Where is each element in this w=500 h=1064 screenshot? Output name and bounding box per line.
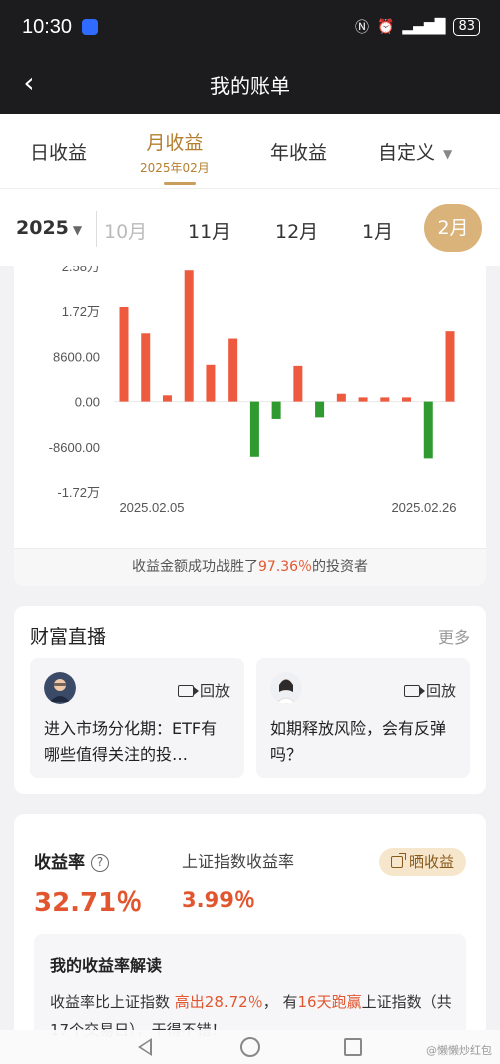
x-tick-label: 2025.02.26	[391, 500, 456, 515]
nav-bar: ‹ 我的账单	[0, 56, 500, 114]
index-yield-value: 3.99％	[182, 888, 255, 912]
yield-value: 32.71％	[34, 888, 143, 918]
share-icon	[390, 853, 406, 868]
share-profit-button[interactable]: 晒收益	[378, 848, 466, 876]
tab-month-sub: 2025年02月	[140, 161, 210, 175]
tab-day[interactable]: 日收益	[30, 138, 87, 165]
beat-investors-text: 收益金额成功战胜了97.36％的投资者	[14, 548, 486, 586]
chart-bar[interactable]	[162, 395, 172, 402]
yield-card: 收益率? 32.71％ 上证指数收益率 3.99％ 晒收益 我的收益率解读 收益…	[14, 814, 486, 1064]
tab-month-label: 月收益	[146, 132, 204, 154]
system-nav-bar	[0, 1030, 500, 1064]
interp-title: 我的收益率解读	[50, 956, 163, 975]
y-tick-label: -1.72万	[57, 485, 100, 500]
live-title: 财富直播	[30, 626, 107, 648]
wealth-live-card: 财富直播 更多 回放 进入市场分化期：ETF有哪些值得关注的投… 回放 如期释放…	[14, 606, 486, 794]
y-tick-label: 0.00	[75, 395, 100, 410]
y-tick-label: 8600.00	[53, 349, 100, 364]
back-triangle-inner	[141, 1041, 150, 1053]
help-icon[interactable]: ?	[91, 854, 109, 872]
year-value: 2025	[16, 217, 69, 239]
month-item-active[interactable]: 2月	[424, 204, 482, 252]
yield-label: 收益率?	[34, 848, 109, 873]
x-tick-label: 2025.02.05	[119, 500, 184, 515]
live-item[interactable]: 回放 进入市场分化期：ETF有哪些值得关注的投…	[30, 658, 244, 778]
interp-part: 收益率比上证指数	[50, 993, 175, 1011]
replay-label: 回放	[425, 682, 456, 700]
chart-bar[interactable]	[206, 364, 216, 402]
divider	[96, 211, 97, 247]
tab-month[interactable]: 月收益 2025年02月	[140, 128, 210, 176]
month-item[interactable]: 12月	[275, 217, 318, 244]
chart-bar[interactable]	[141, 333, 151, 402]
chart-bar[interactable]	[336, 393, 346, 402]
period-tabs: 日收益 月收益 2025年02月 年收益 自定义 ▼	[0, 114, 500, 188]
month-item[interactable]: 10月	[104, 217, 147, 244]
month-item[interactable]: 11月	[188, 217, 231, 244]
chart-card: 2.58万 1.72万 8600.00 0.00 -8600.00 -1.72万 2025.…	[14, 266, 486, 586]
battery-icon: 83	[453, 18, 480, 36]
chevron-down-icon: ▼	[443, 146, 453, 161]
signal-icon: ▂▄▆█	[402, 19, 446, 35]
page-title: 我的账单	[210, 74, 290, 98]
chart-bar[interactable]	[358, 397, 368, 402]
system-icons: Ⓝ ⏰ ▂▄▆█ 83	[355, 17, 480, 37]
nfc-icon: Ⓝ	[354, 20, 369, 36]
replay-label: 回放	[199, 682, 230, 700]
live-item[interactable]: 回放 如期释放风险，会有反弹吗？	[256, 658, 470, 778]
app-notification-icon	[82, 19, 98, 35]
profit-bar-chart: 2.58万 1.72万 8600.00 0.00 -8600.00 -1.72万 2025.…	[49, 266, 457, 515]
beat-prefix: 收益金额成功战胜了	[131, 559, 258, 575]
beat-suffix: 的投资者	[312, 559, 369, 575]
status-bar: 10:30 Ⓝ ⏰ ▂▄▆█ 83	[0, 0, 500, 56]
tab-year[interactable]: 年收益	[270, 138, 327, 165]
month-item[interactable]: 1月	[362, 217, 393, 244]
chart-bar[interactable]	[402, 397, 412, 402]
home-circle-icon[interactable]	[240, 1037, 260, 1057]
tab-indicator	[164, 182, 196, 185]
interp-part: ， 有	[262, 993, 298, 1011]
live-more-link[interactable]: 更多	[438, 624, 470, 648]
share-label: 晒收益	[408, 853, 454, 871]
video-icon	[403, 684, 425, 697]
chart-bar[interactable]	[228, 338, 238, 402]
year-dropdown[interactable]: 2025 ▼	[16, 217, 82, 239]
y-tick-label: 2.58万	[62, 266, 100, 274]
chart-bar[interactable]	[184, 270, 194, 402]
avatar	[44, 672, 76, 704]
chevron-down-icon: ▼	[72, 223, 83, 237]
chart-bar[interactable]	[380, 397, 390, 402]
watermark: @懒懒炒红包	[426, 1044, 492, 1057]
interp-highlight: 16天跑赢	[297, 993, 362, 1011]
avatar	[270, 672, 302, 704]
chart-bar[interactable]	[445, 331, 455, 402]
clock: 10:30	[22, 16, 73, 38]
chart-bar[interactable]	[423, 401, 433, 459]
chart-bar[interactable]	[315, 401, 325, 418]
yield-label-text: 收益率	[34, 853, 85, 873]
tab-custom[interactable]: 自定义 ▼	[378, 138, 452, 165]
interp-highlight: 高出28.72％	[174, 993, 263, 1011]
live-item-title: 进入市场分化期：ETF有哪些值得关注的投…	[44, 719, 218, 764]
index-yield-label: 上证指数收益率	[182, 852, 295, 871]
tab-custom-label: 自定义	[378, 142, 436, 164]
video-icon	[177, 684, 199, 697]
chart-bar[interactable]	[249, 401, 259, 457]
y-tick-label: -8600.00	[49, 440, 100, 455]
alarm-icon: ⏰	[376, 19, 395, 35]
y-tick-label: 1.72万	[62, 304, 100, 319]
replay-button[interactable]: 回放	[403, 680, 456, 701]
chart-bar[interactable]	[271, 401, 281, 419]
chart-bar[interactable]	[293, 365, 303, 402]
recent-apps-icon[interactable]	[344, 1038, 362, 1056]
replay-button[interactable]: 回放	[177, 680, 230, 701]
chart-bar[interactable]	[119, 306, 129, 402]
live-item-title: 如期释放风险，会有反弹吗？	[270, 719, 447, 764]
beat-percent: 97.36％	[257, 559, 313, 575]
